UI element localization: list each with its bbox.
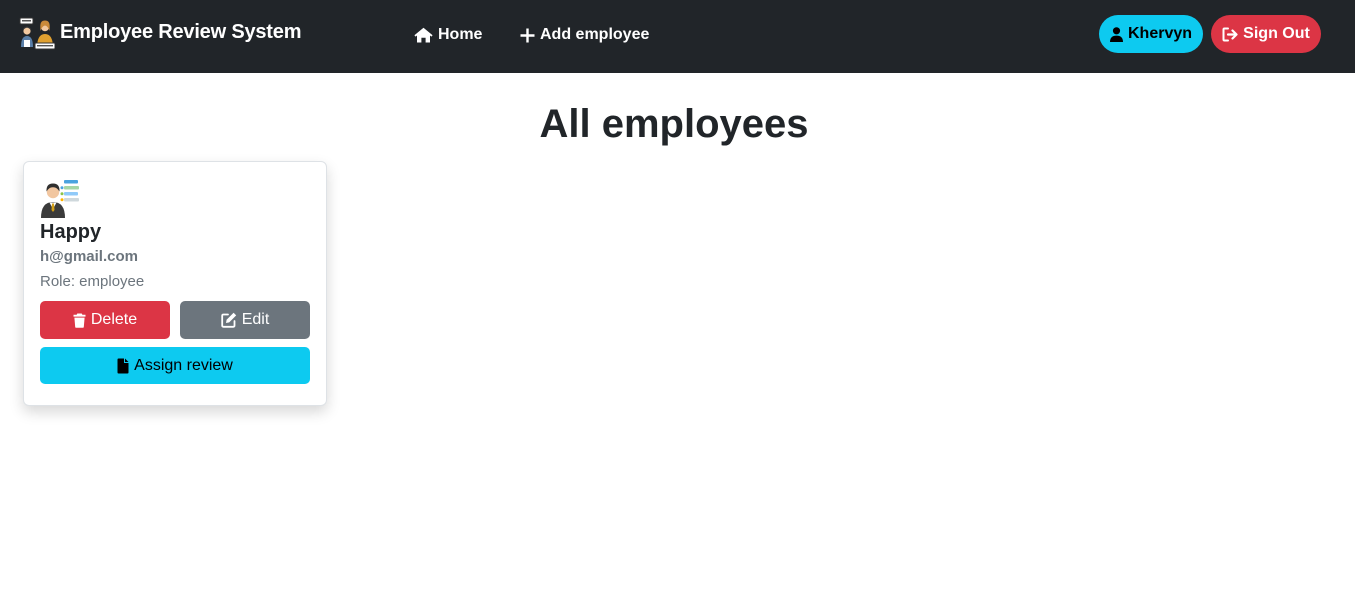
user-name-label: Khervyn — [1127, 25, 1193, 42]
top-navbar: Employee Review System Home Add employee… — [0, 0, 1355, 73]
user-icon — [1109, 26, 1123, 42]
employee-avatar-icon — [41, 180, 79, 218]
sign-out-label: Sign Out — [1243, 25, 1310, 42]
nav-add-employee-link[interactable]: Add employee — [520, 24, 649, 46]
brand[interactable]: Employee Review System — [19, 17, 301, 51]
trash-icon — [73, 313, 86, 328]
edit-label: Edit — [241, 311, 270, 328]
nav-home-link[interactable]: Home — [414, 24, 482, 46]
assign-review-button[interactable]: Assign review — [40, 347, 310, 384]
home-icon — [414, 27, 433, 43]
brand-title: Employee Review System — [60, 20, 302, 43]
team-review-logo-icon — [19, 17, 55, 50]
delete-label: Delete — [90, 311, 138, 328]
employee-card: Happy h@gmail.com Role: employee Delete … — [23, 161, 327, 406]
page-title: All employees — [539, 102, 809, 146]
file-icon — [117, 358, 129, 373]
edit-employee-button[interactable]: Edit — [180, 301, 310, 339]
edit-icon — [221, 312, 236, 328]
sign-out-icon — [1222, 27, 1238, 41]
nav-add-employee-label: Add employee — [540, 26, 650, 43]
user-profile-button[interactable]: Khervyn — [1099, 15, 1203, 53]
employee-email: h@gmail.com — [40, 248, 138, 265]
employee-name: Happy — [40, 221, 102, 243]
sign-out-button[interactable]: Sign Out — [1211, 15, 1321, 53]
delete-employee-button[interactable]: Delete — [40, 301, 170, 339]
assign-review-label: Assign review — [134, 356, 233, 374]
employee-role: Role: employee — [40, 273, 145, 290]
nav-home-label: Home — [438, 26, 483, 43]
plus-icon — [520, 28, 535, 42]
